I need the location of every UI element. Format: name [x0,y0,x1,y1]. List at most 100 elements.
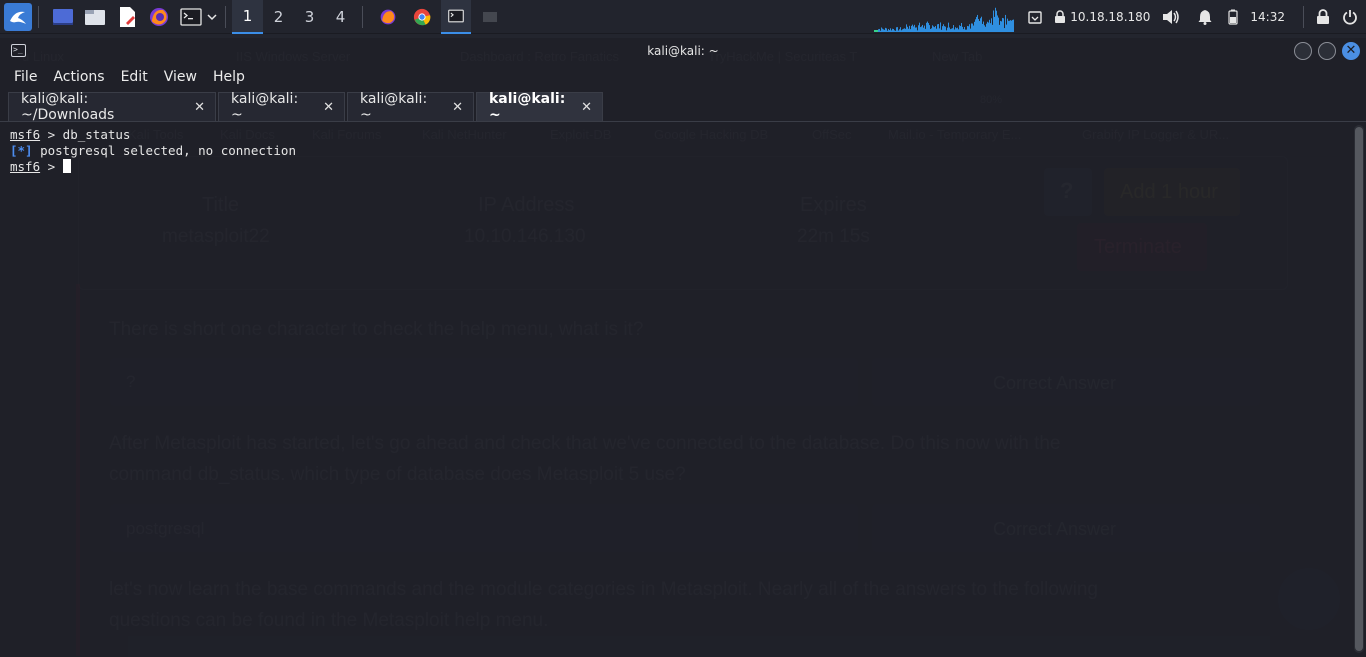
notification-bell-icon[interactable] [1186,0,1218,34]
cpu-bar [1004,28,1006,32]
cpu-bar [878,29,880,32]
cpu-bar [898,30,900,32]
cpu-bar [913,26,915,32]
cpu-bar [874,30,876,32]
network-lock-icon[interactable] [1048,0,1068,34]
terminal-tab-downloads[interactable]: kali@kali: ~/Downloads ✕ [8,91,216,123]
cpu-bar [1011,20,1013,32]
menu-help[interactable]: Help [205,69,253,85]
volume-icon[interactable] [1156,0,1186,34]
notes-icon[interactable] [1022,0,1048,34]
cpu-bar [909,25,911,32]
power-icon[interactable] [1336,0,1366,34]
workspace-2[interactable]: 2 [263,0,294,34]
msf-prompt: msf6 [10,127,41,142]
menu-file[interactable]: File [6,69,45,85]
cpu-bar [1009,20,1011,32]
terminal-tab-home-1[interactable]: kali@kali: ~ ✕ [218,91,345,123]
cpu-bar [918,25,920,32]
cpu-bar [884,29,886,32]
tab-close-icon[interactable]: ✕ [323,100,334,115]
tab-close-icon[interactable]: ✕ [581,100,592,115]
cpu-bar [885,27,887,32]
cpu-bar [990,23,992,32]
terminal-tab-home-active[interactable]: kali@kali: ~ ✕ [476,91,603,123]
cpu-bar [952,28,954,32]
cpu-bar [951,28,953,32]
terminal-line: [*] postgresql selected, no connection [10,143,1342,159]
cpu-bar [968,26,970,32]
cpu-bar [880,30,882,32]
cpu-bar [983,21,985,32]
workspace-4[interactable]: 4 [325,0,356,34]
task-chrome-icon[interactable] [407,3,437,31]
minimize-button[interactable] [1294,42,1312,60]
cpu-bar [962,26,964,32]
cpu-bar [933,26,935,32]
cpu-bar [977,14,979,32]
chevron-down-icon[interactable] [205,3,219,31]
kali-menu-icon[interactable] [4,2,32,31]
cpu-bar [875,30,877,32]
cpu-bar [876,30,878,32]
terminal-window: >_ kali@kali: ~ ✕ File Actions Edit View… [0,38,1366,657]
cpu-bar [997,15,999,32]
cpu-bar [1008,20,1010,32]
cpu-bar [971,23,973,32]
cpu-bar [893,29,895,32]
task-firefox-icon[interactable] [373,3,403,31]
terminal-icon[interactable] [177,3,205,31]
cpu-bar [1000,20,1002,32]
cpu-bar [911,25,913,32]
cpu-bar [899,29,901,32]
maximize-button[interactable] [1318,42,1336,60]
cpu-bar [914,24,916,32]
menu-actions[interactable]: Actions [45,69,112,85]
cpu-bar [979,20,981,32]
cpu-bar [919,22,921,32]
cpu-bar [921,26,923,32]
terminal-tabbar: kali@kali: ~/Downloads ✕ kali@kali: ~ ✕ … [0,90,1366,123]
taskbar-separator [362,5,363,28]
text-editor-icon[interactable] [113,3,141,31]
tab-close-icon[interactable]: ✕ [194,100,205,115]
cpu-bar [940,22,942,32]
terminal-output[interactable]: msf6 > db_status [*] postgresql selected… [0,125,1352,657]
tab-label: kali@kali: ~/Downloads [21,91,115,123]
cpu-bar [879,28,881,32]
cpu-bar [904,28,906,32]
cpu-bar [964,26,966,32]
cpu-bar [931,28,933,32]
task-window-icon[interactable] [475,3,505,31]
cpu-bar [925,28,927,32]
workspace-3[interactable]: 3 [294,0,325,34]
workspace-1[interactable]: 1 [232,0,263,34]
cpu-bar [881,27,883,32]
terminal-scrollbar[interactable] [1354,125,1364,653]
show-desktop-icon[interactable] [49,3,77,31]
cpu-bar [974,21,976,32]
cpu-bar [957,27,959,32]
cpu-bar [934,27,936,32]
taskbar: 1 2 3 4 10.18.18.180 14:32 [0,0,1366,34]
menu-edit[interactable]: Edit [113,69,156,85]
files-icon[interactable] [81,3,109,31]
cpu-bar [892,28,894,32]
cpu-bar [916,27,918,32]
cpu-bar [1006,24,1008,32]
firefox-icon[interactable] [145,3,173,31]
menu-view[interactable]: View [156,69,205,85]
close-window-button[interactable]: ✕ [1342,42,1360,60]
cpu-bar [969,24,971,32]
cpu-bar [1007,18,1009,32]
lock-screen-icon[interactable] [1310,0,1336,34]
tab-close-icon[interactable]: ✕ [452,100,463,115]
cpu-bar [967,25,969,32]
terminal-tab-home-2[interactable]: kali@kali: ~ ✕ [347,91,474,123]
cpu-bar [961,22,963,32]
cpu-bar [901,30,903,32]
task-terminal-icon[interactable] [441,0,471,34]
terminal-app-icon: >_ [11,44,26,57]
cpu-bar [1001,21,1003,32]
scrollbar-thumb[interactable] [1355,127,1363,651]
